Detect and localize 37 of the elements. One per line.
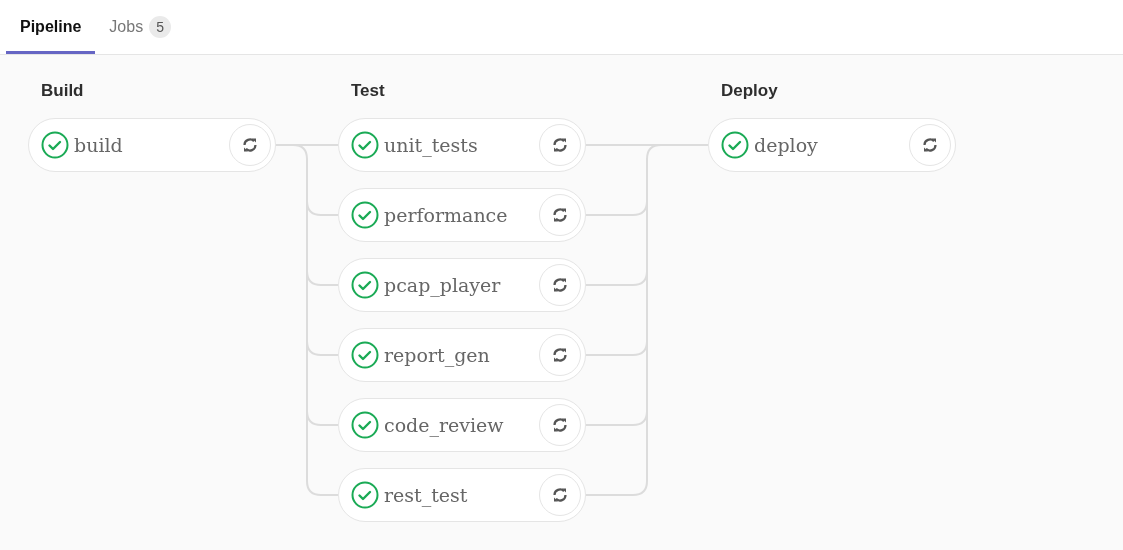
job-pill[interactable]: report_gen [338,328,586,382]
retry-icon [551,416,569,434]
retry-icon [921,136,939,154]
retry-button[interactable] [539,194,581,236]
retry-icon [241,136,259,154]
retry-button[interactable] [539,334,581,376]
job-name[interactable]: unit_tests [384,134,539,156]
job-name[interactable]: deploy [754,134,909,156]
job-pill[interactable]: code_review [338,398,586,452]
stage-title: Deploy [720,81,779,102]
retry-icon [551,486,569,504]
job-pill[interactable]: performance [338,188,586,242]
retry-icon [551,206,569,224]
job-name[interactable]: rest_test [384,484,539,506]
retry-button[interactable] [539,404,581,446]
tab[interactable]: Jobs 5 [95,0,185,54]
job-pill[interactable]: deploy [708,118,956,172]
stage-title: Test [350,81,386,102]
job-pill[interactable]: build [28,118,276,172]
job-pill[interactable]: unit_tests [338,118,586,172]
retry-button[interactable] [539,124,581,166]
count-badge: 5 [149,16,171,38]
retry-button[interactable] [229,124,271,166]
job-name[interactable]: build [74,134,229,156]
job-name[interactable]: report_gen [384,344,539,366]
job-name[interactable]: code_review [384,414,539,436]
job-name[interactable]: performance [384,204,539,226]
retry-icon [551,346,569,364]
retry-button[interactable] [539,474,581,516]
retry-button[interactable] [539,264,581,306]
job-pill[interactable]: pcap_player [338,258,586,312]
job-name[interactable]: pcap_player [384,274,539,296]
retry-icon [551,136,569,154]
stage-title: Build [40,81,85,102]
job-pill[interactable]: rest_test [338,468,586,522]
retry-icon [551,276,569,294]
retry-button[interactable] [909,124,951,166]
